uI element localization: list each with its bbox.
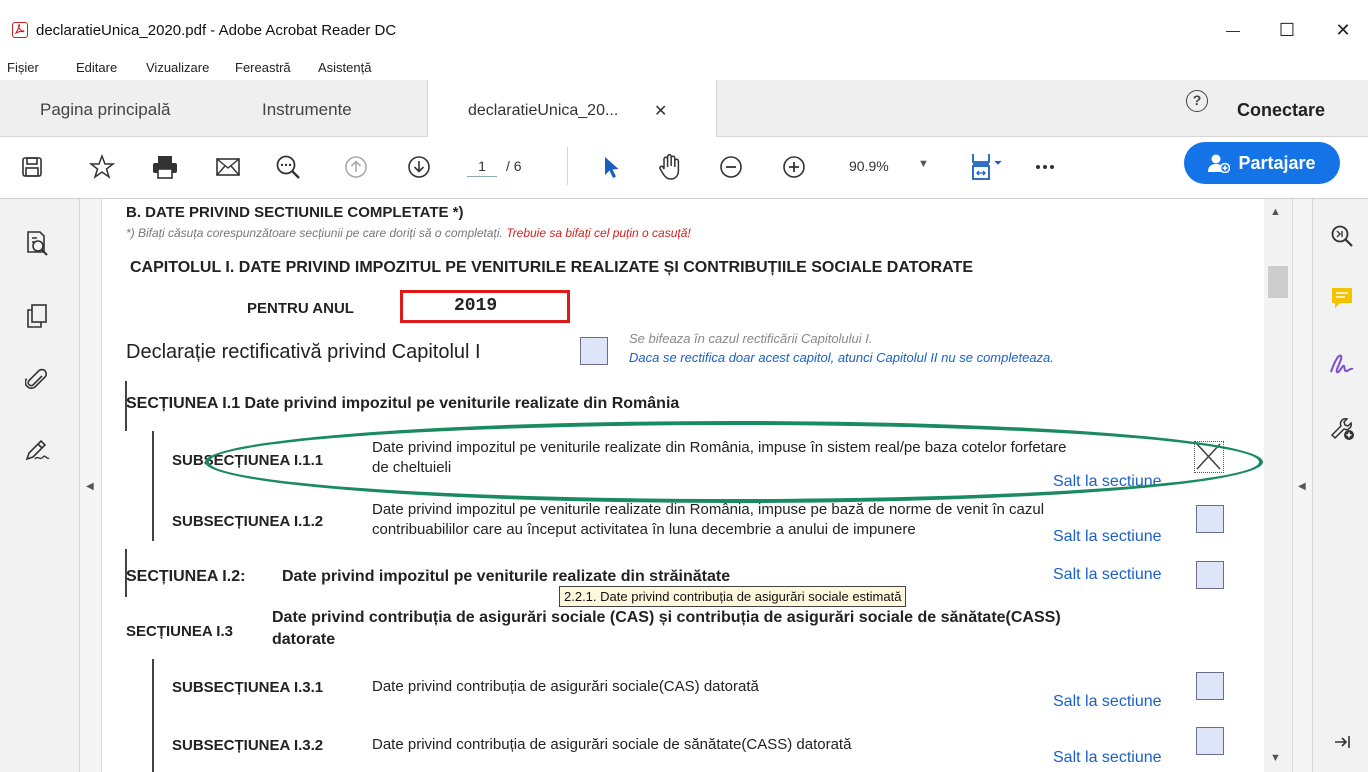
section-b-title: B. DATE PRIVIND SECTIUNILE COMPLETATE *) xyxy=(126,204,464,221)
scroll-up-icon[interactable]: ▲ xyxy=(1270,206,1281,218)
page-down-icon[interactable] xyxy=(404,152,434,182)
help-icon[interactable]: ? xyxy=(1186,90,1208,112)
section-1-2-checkbox[interactable] xyxy=(1196,561,1224,589)
more-tools-icon[interactable] xyxy=(1327,413,1357,443)
minimize-button[interactable]: — xyxy=(1216,14,1250,46)
section-1-2-title: Date privind impozitul pe veniturile rea… xyxy=(282,568,731,585)
instruction-note-text: *) Bifați căsuța corespunzătoare secțiun… xyxy=(126,226,507,240)
window-title: declaratieUnica_2020.pdf - Adobe Acrobat… xyxy=(36,22,397,39)
share-person-icon xyxy=(1208,154,1231,173)
maximize-icon: ☐ xyxy=(1278,19,1296,40)
right-tools-panel xyxy=(1312,199,1368,772)
jump-link-1-1-2[interactable]: Salt la sectiune xyxy=(1053,528,1162,546)
jump-link-1-2[interactable]: Salt la sectiune xyxy=(1053,566,1162,584)
tab-tools[interactable]: Instrumente xyxy=(262,100,352,120)
jump-link-1-3-2[interactable]: Salt la sectiune xyxy=(1053,749,1162,767)
menu-help[interactable]: Asistență xyxy=(318,60,371,75)
maximize-button[interactable]: ☐ xyxy=(1270,14,1304,46)
subsection-1-1-2-label: SUBSECȚIUNEA I.1.2 xyxy=(172,513,324,530)
subsection-1-1-2-checkbox[interactable] xyxy=(1196,505,1224,533)
subsection-1-3-1-checkbox[interactable] xyxy=(1196,672,1224,700)
select-arrow-icon[interactable] xyxy=(596,152,626,182)
tab-document-label: declaratieUnica_20... xyxy=(468,102,619,119)
subsection-1-3-1-text: Date privind contribuția de asigurări so… xyxy=(372,678,759,695)
hand-tool-icon[interactable] xyxy=(655,152,685,182)
bookmark-star-icon[interactable] xyxy=(87,152,117,182)
instruction-note: *) Bifați căsuța corespunzătoare secțiun… xyxy=(126,226,691,240)
login-button[interactable]: Conectare xyxy=(1237,100,1325,121)
email-icon[interactable] xyxy=(213,152,243,182)
section-1-3-line1: Date privind contribuția de asigurări so… xyxy=(272,609,1061,626)
close-icon: ✕ xyxy=(1335,19,1351,40)
section-1-3-line2: datorate xyxy=(272,631,336,648)
scrollbar-thumb[interactable] xyxy=(1268,266,1288,298)
zoom-search-icon[interactable] xyxy=(273,152,303,182)
zoom-level-dropdown[interactable]: 90.9% xyxy=(849,158,889,174)
collapse-panel-icon[interactable] xyxy=(1327,727,1357,757)
zoom-tool-icon[interactable] xyxy=(1327,221,1357,251)
page-number-input[interactable]: 1 xyxy=(467,155,497,177)
tree-line xyxy=(152,431,154,541)
tab-home[interactable]: Pagina principală xyxy=(40,100,170,120)
scroll-down-icon[interactable]: ▼ xyxy=(1270,752,1281,764)
print-icon[interactable] xyxy=(150,152,180,182)
section-1-2-label: SECȚIUNEA I.2: xyxy=(126,568,246,585)
chevron-down-icon[interactable]: ▼ xyxy=(918,158,929,170)
tab-document[interactable]: declaratieUnica_20... ✕ xyxy=(427,80,717,138)
chevron-left-icon: ◀ xyxy=(86,481,94,492)
highlight-ellipse xyxy=(205,421,1263,503)
year-value: 2019 xyxy=(454,296,498,316)
left-panel-toggle[interactable]: ◀ xyxy=(80,199,102,772)
menu-edit[interactable]: Editare xyxy=(76,60,117,75)
menu-file[interactable]: Fișier xyxy=(7,60,39,75)
signature-icon[interactable] xyxy=(22,435,52,465)
subsection-1-3-2-label: SUBSECȚIUNEA I.3.2 xyxy=(172,737,324,754)
menu-window[interactable]: Fereastră xyxy=(235,60,291,75)
zoom-in-icon[interactable] xyxy=(779,152,809,182)
share-button[interactable]: Partajare xyxy=(1184,142,1340,184)
rectification-label: Declarație rectificativă privind Capitol… xyxy=(126,341,481,363)
more-icon[interactable] xyxy=(1030,152,1060,182)
section-1-1-title: SECȚIUNEA I.1 Date privind impozitul pe … xyxy=(126,395,680,412)
right-panel-toggle[interactable]: ◀ xyxy=(1292,199,1312,772)
acrobat-app-icon xyxy=(12,22,28,38)
chapter-1-title: CAPITOLUL I. DATE PRIVIND IMPOZITUL PE V… xyxy=(130,259,973,276)
field-tooltip: 2.2.1. Date privind contribuția de asigu… xyxy=(559,586,907,607)
menu-bar: Fișier Editare Vizualizare Fereastră Asi… xyxy=(0,58,1368,80)
save-icon[interactable] xyxy=(17,152,47,182)
jump-link-1-3-1[interactable]: Salt la sectiune xyxy=(1053,693,1162,711)
subsection-1-3-2-checkbox[interactable] xyxy=(1196,727,1224,755)
minimize-icon: — xyxy=(1226,22,1240,38)
page-up-icon[interactable] xyxy=(341,152,371,182)
comment-icon[interactable] xyxy=(1327,283,1357,313)
subsection-1-3-1-label: SUBSECȚIUNEA I.3.1 xyxy=(172,679,324,696)
page-thumbnails-icon[interactable] xyxy=(22,229,52,259)
tab-close-icon[interactable]: ✕ xyxy=(654,101,667,121)
close-window-button[interactable]: ✕ xyxy=(1326,14,1360,46)
subsection-1-1-2-line1: Date privind impozitul pe veniturile rea… xyxy=(372,501,1045,518)
rectification-note-2: Daca se rectifica doar acest capitol, at… xyxy=(629,350,1054,365)
required-note: Trebuie sa bifați cel puțin o casuță! xyxy=(506,226,691,240)
share-label: Partajare xyxy=(1238,152,1316,173)
year-field[interactable]: 2019 xyxy=(400,290,570,323)
toolbar-divider xyxy=(567,147,568,185)
fit-page-icon[interactable] xyxy=(968,152,1010,182)
section-1-3-label: SECȚIUNEA I.3 xyxy=(126,623,233,640)
chevron-left-icon: ◀ xyxy=(1298,481,1306,492)
fill-sign-icon[interactable] xyxy=(1327,349,1357,379)
menu-view[interactable]: Vizualizare xyxy=(146,60,209,75)
rectification-note-1: Se bifeaza în cazul rectificării Capitol… xyxy=(629,331,873,346)
left-tools-panel xyxy=(0,199,80,772)
copy-pages-icon[interactable] xyxy=(22,301,52,331)
year-label: PENTRU ANUL xyxy=(247,300,354,317)
subsection-1-3-2-text: Date privind contribuția de asigurări so… xyxy=(372,736,852,753)
tree-line xyxy=(152,659,154,772)
page-total: / 6 xyxy=(506,158,522,174)
rectification-checkbox[interactable] xyxy=(580,337,608,365)
subsection-1-1-2-line2: contribuabililor care au început activit… xyxy=(372,521,916,538)
zoom-out-icon[interactable] xyxy=(716,152,746,182)
attachment-icon[interactable] xyxy=(22,365,52,395)
